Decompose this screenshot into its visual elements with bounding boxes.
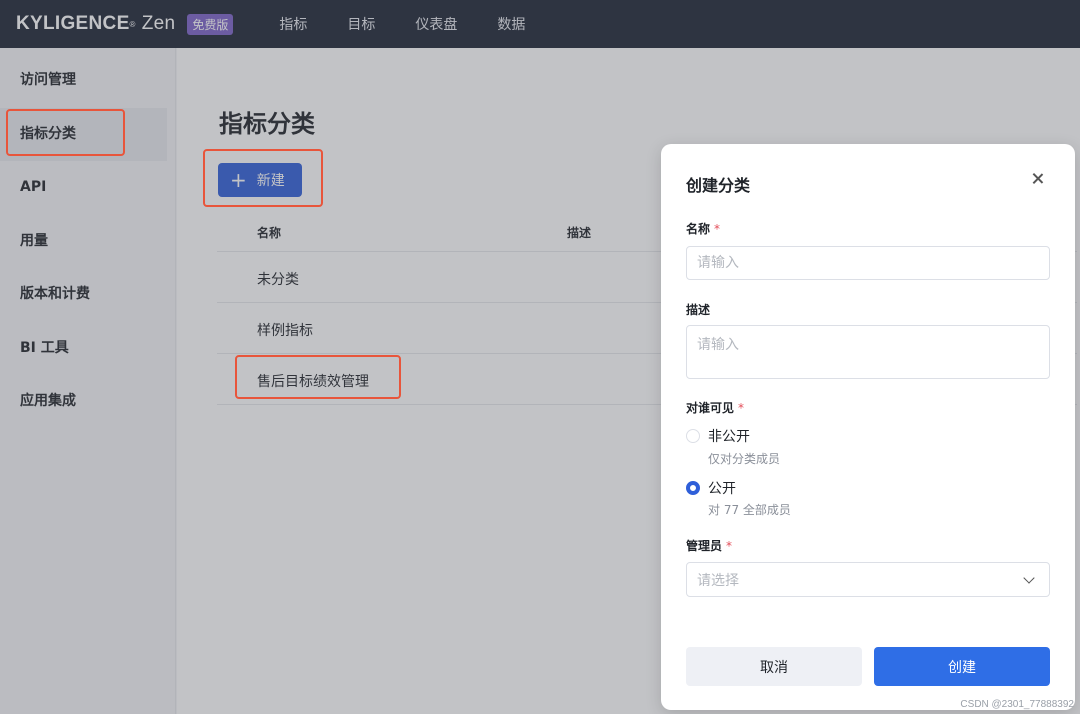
visibility-label: 对谁可见 * [686, 401, 745, 415]
admin-label: 管理员 * [686, 539, 733, 553]
highlight-new-button [203, 149, 323, 207]
radio-public-hint: 对 77 全部成员 [708, 503, 791, 517]
radio-private-circle[interactable] [686, 429, 700, 443]
radio-public-label: 公开 [708, 481, 736, 497]
radio-public-circle[interactable] [686, 481, 700, 495]
radio-private[interactable]: 非公开 [686, 426, 750, 446]
radio-private-label: 非公开 [708, 429, 750, 445]
name-input[interactable] [686, 246, 1050, 280]
chevron-down-icon [1023, 571, 1035, 584]
name-label: 名称 * [686, 222, 721, 236]
watermark: CSDN @2301_77888392 [960, 699, 1074, 710]
dialog-title: 创建分类 [686, 176, 751, 195]
close-icon[interactable] [1031, 172, 1045, 186]
highlight-sidebar-item [6, 109, 125, 156]
radio-private-hint: 仅对分类成员 [708, 452, 781, 466]
description-label: 描述 [686, 303, 711, 317]
admin-select-placeholder: 请选择 [697, 572, 739, 589]
radio-public[interactable]: 公开 [686, 478, 736, 498]
create-category-dialog: 创建分类 名称* 描述 对谁可见* 非公开 仅对分类成员 公开 对 77 全部成… [661, 144, 1075, 710]
cancel-button[interactable]: 取消 [686, 647, 862, 686]
highlight-table-row [235, 355, 401, 399]
create-button[interactable]: 创建 [874, 647, 1050, 686]
description-textarea[interactable] [686, 325, 1050, 379]
admin-select[interactable]: 请选择 [686, 562, 1050, 597]
